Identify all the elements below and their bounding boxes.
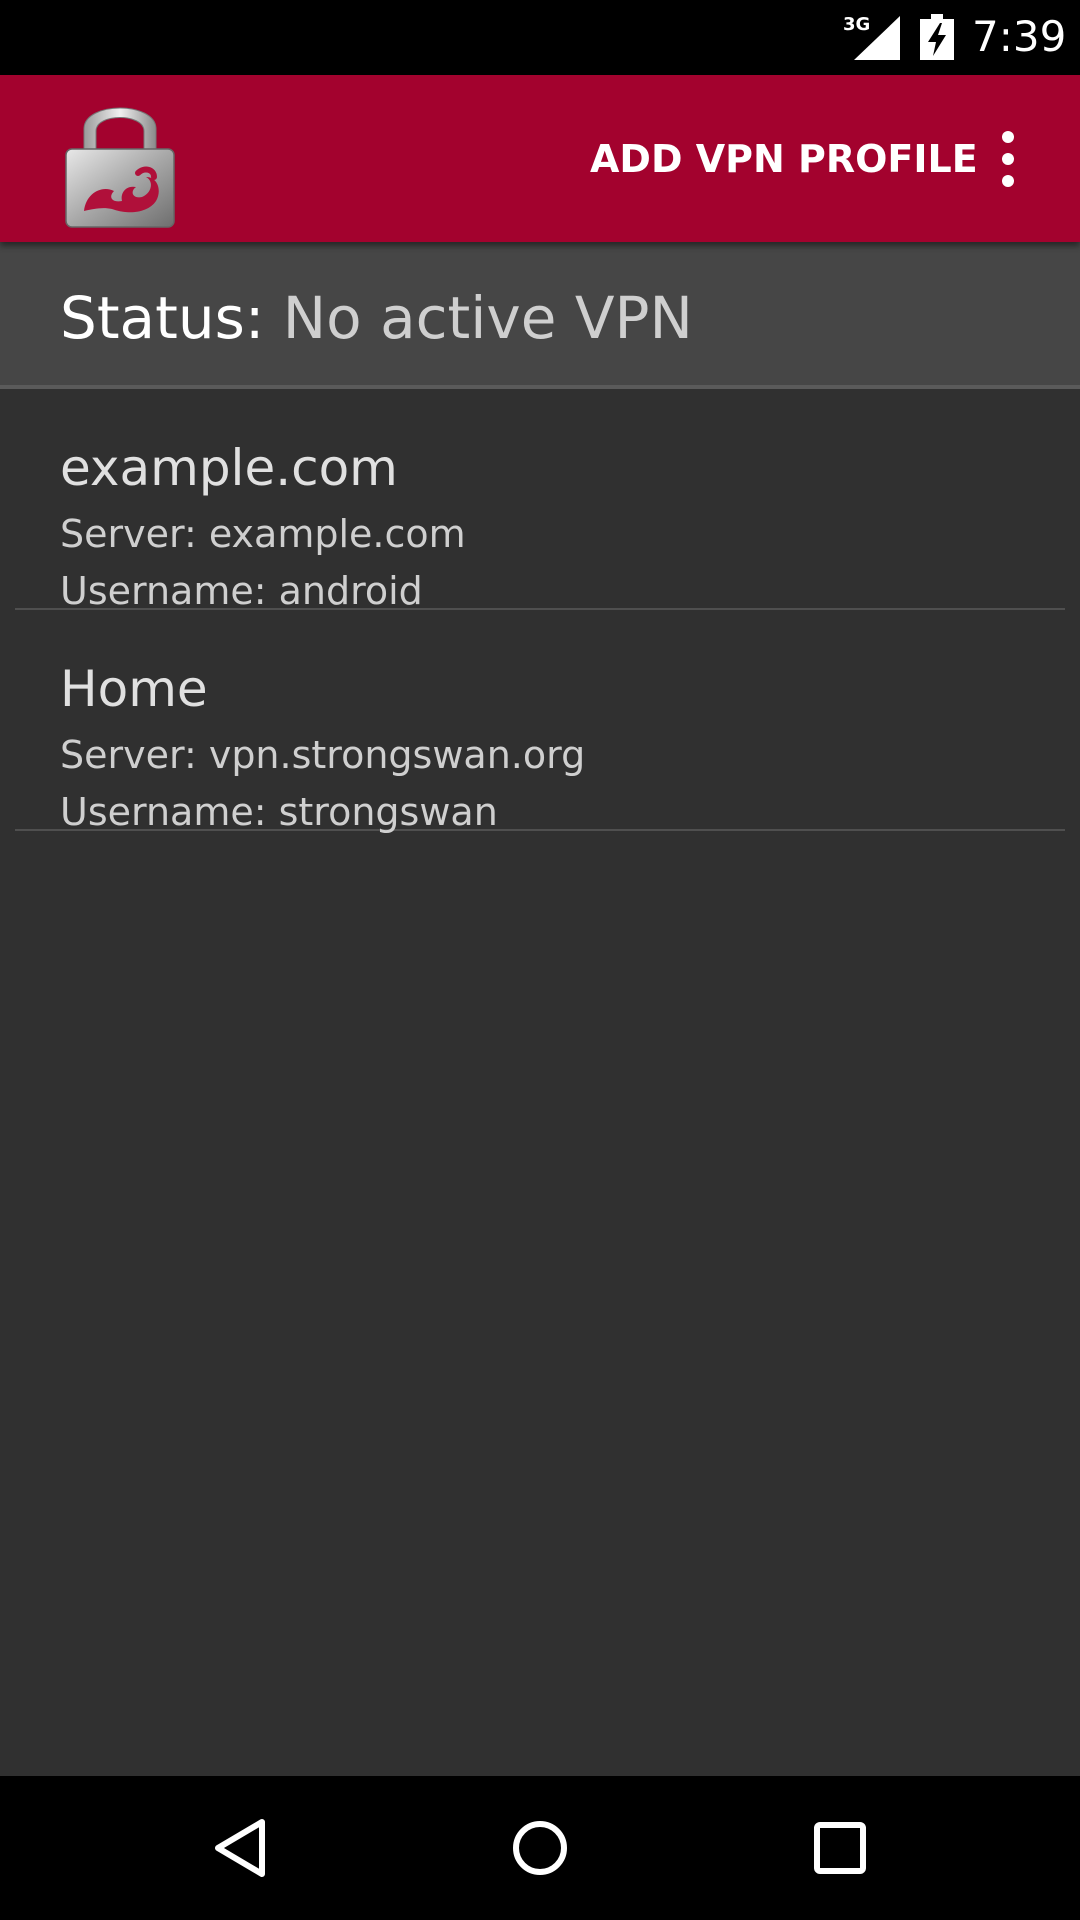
app-toolbar: ADD VPN PROFILE — [0, 75, 1080, 242]
profile-server: Server: example.com — [60, 512, 466, 556]
clock: 7:39 — [972, 12, 1067, 61]
vpn-profile-item[interactable]: Home Server: vpn.strongswan.org Username… — [15, 610, 1065, 834]
vpn-status-text: Status: No active VPN — [60, 284, 693, 352]
overflow-dot — [1002, 131, 1014, 143]
cell-signal-icon — [854, 16, 900, 60]
vpn-status-panel: Status: No active VPN — [0, 242, 1080, 389]
recents-icon[interactable] — [804, 1812, 876, 1884]
add-vpn-profile-button[interactable]: ADD VPN PROFILE — [590, 131, 978, 187]
overflow-dot — [1002, 153, 1014, 165]
profile-name: example.com — [60, 439, 398, 497]
back-icon[interactable] — [204, 1812, 276, 1884]
battery-charging-icon — [920, 14, 954, 60]
profile-server: Server: vpn.strongswan.org — [60, 733, 586, 777]
profile-name: Home — [60, 660, 208, 718]
system-navigation-bar — [0, 1776, 1080, 1920]
vpn-profile-list: example.com Server: example.com Username… — [0, 389, 1080, 834]
overflow-dot — [1002, 175, 1014, 187]
profile-username: Username: strongswan — [60, 790, 498, 834]
status-value: No active VPN — [282, 284, 693, 352]
profile-username: Username: android — [60, 569, 423, 613]
more-vert-icon[interactable] — [990, 129, 1026, 189]
status-bar: 3G 7:39 — [0, 0, 1080, 75]
home-icon[interactable] — [504, 1812, 576, 1884]
app-screen: 3G 7:39 ADD VPN PROFILE Status: No activ… — [0, 0, 1080, 1920]
status-label: Status: — [60, 284, 265, 352]
strongswan-lock-logo-icon — [65, 107, 175, 228]
vpn-profile-item[interactable]: example.com Server: example.com Username… — [15, 389, 1065, 613]
